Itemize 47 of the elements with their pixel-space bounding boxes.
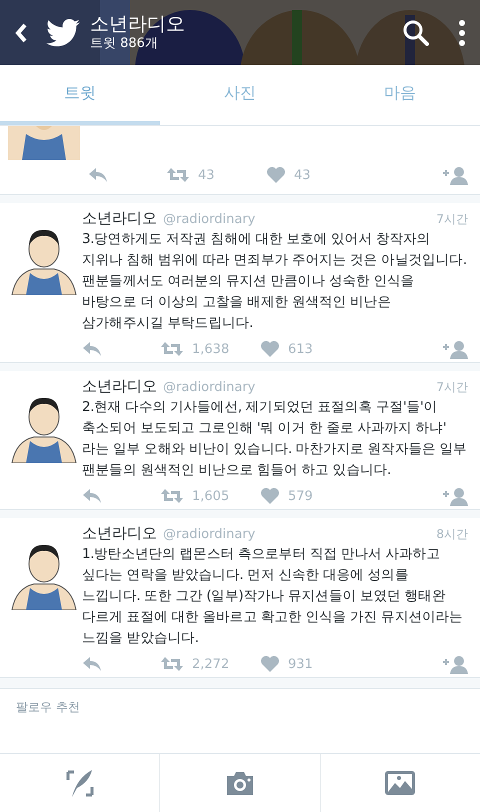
author-handle: @radiordinary [163,380,256,395]
tweet-time: 8시간 [436,526,468,543]
retweet-count: 2,272 [192,656,230,672]
reply-icon[interactable] [88,167,108,183]
camera-icon[interactable] [224,770,255,796]
compose-icon[interactable] [64,768,95,798]
follow-icon[interactable] [442,339,468,359]
author-name[interactable]: 소년라디오 [82,377,157,396]
follow-icon[interactable] [442,486,468,506]
author-handle: @radiordinary [163,527,256,542]
reply-icon[interactable] [82,488,102,504]
search-icon[interactable] [402,18,430,46]
more-menu-icon[interactable] [458,18,466,46]
tweet-text: 3.당연하게도 저작권 침해에 대한 보호에 있어서 창작자의 지위나 침해 범위에 따라 면죄부가 주어지는 것은 아닐것입니다. 팬분들께서도 여러분의 뮤지션 만큼이나 성숙한 인식을 바탕으로 더 이상의 고찰을 배제한 원색적인 비난은 삼가해주시길 부탁드립니다. [82,230,468,333]
avatar-drawing [8,126,80,160]
back-icon[interactable] [14,22,28,44]
section-heading: 팔로우 추천 [16,700,80,714]
retweet-icon[interactable] [160,488,184,504]
tweet-time: 7시간 [436,211,468,228]
tweet-time: 7시간 [436,379,468,396]
retweet-icon[interactable] [160,656,184,672]
tweet-count: 트윗 886개 [90,34,159,52]
heart-icon[interactable] [260,487,280,505]
like-count: 43 [294,168,311,182]
reply-icon[interactable] [82,341,102,357]
profile-name: 소년라디오 [90,12,186,34]
image-icon[interactable] [384,770,416,796]
like-count: 579 [288,488,313,504]
bird-logo-icon [46,18,80,46]
like-count: 613 [288,342,313,356]
heart-icon[interactable] [266,166,286,184]
author-name[interactable]: 소년라디오 [82,524,157,543]
retweet-icon[interactable] [160,341,184,357]
follow-icon[interactable] [442,654,468,674]
reply-icon[interactable] [82,656,102,672]
retweet-icon[interactable] [166,167,190,183]
author-name[interactable]: 소년라디오 [82,209,157,228]
retweet-count: 43 [198,168,215,182]
like-count: 931 [288,656,313,672]
heart-icon[interactable] [260,655,280,673]
tweet-text: 2.현재 다수의 기사들에선, 제기되었던 표절의혹 구절'들'이 축소되어 보도되고 그로인해 '뭐 이거 한 줄로 사과까지 하냐' 라는 일부 오해와 비난이 있습니다. 마찬가지로 원작자들은 일부 팬분들의 원색적인 비난으로 힘들어 하고 있습니다. [82,398,468,480]
follow-icon[interactable] [442,165,468,185]
heart-icon[interactable] [260,340,280,358]
retweet-count: 1,638 [192,342,230,356]
retweet-count: 1,605 [192,488,230,504]
tweet-text: 1.방탄소년단의 랩몬스터 측으로부터 직접 만나서 사과하고 싶다는 연락을 받았습니다. 먼저 신속한 대응에 성의를 느낍니다. 또한 그간 (일부)작가나 뮤지션들이 보였던 행태완 다르게 표절에 대한 올바르고 확고한 인식을 가진 뮤지션이라는 느낌을 받았습니다. [82,545,464,648]
author-handle: @radiordinary [163,212,256,227]
